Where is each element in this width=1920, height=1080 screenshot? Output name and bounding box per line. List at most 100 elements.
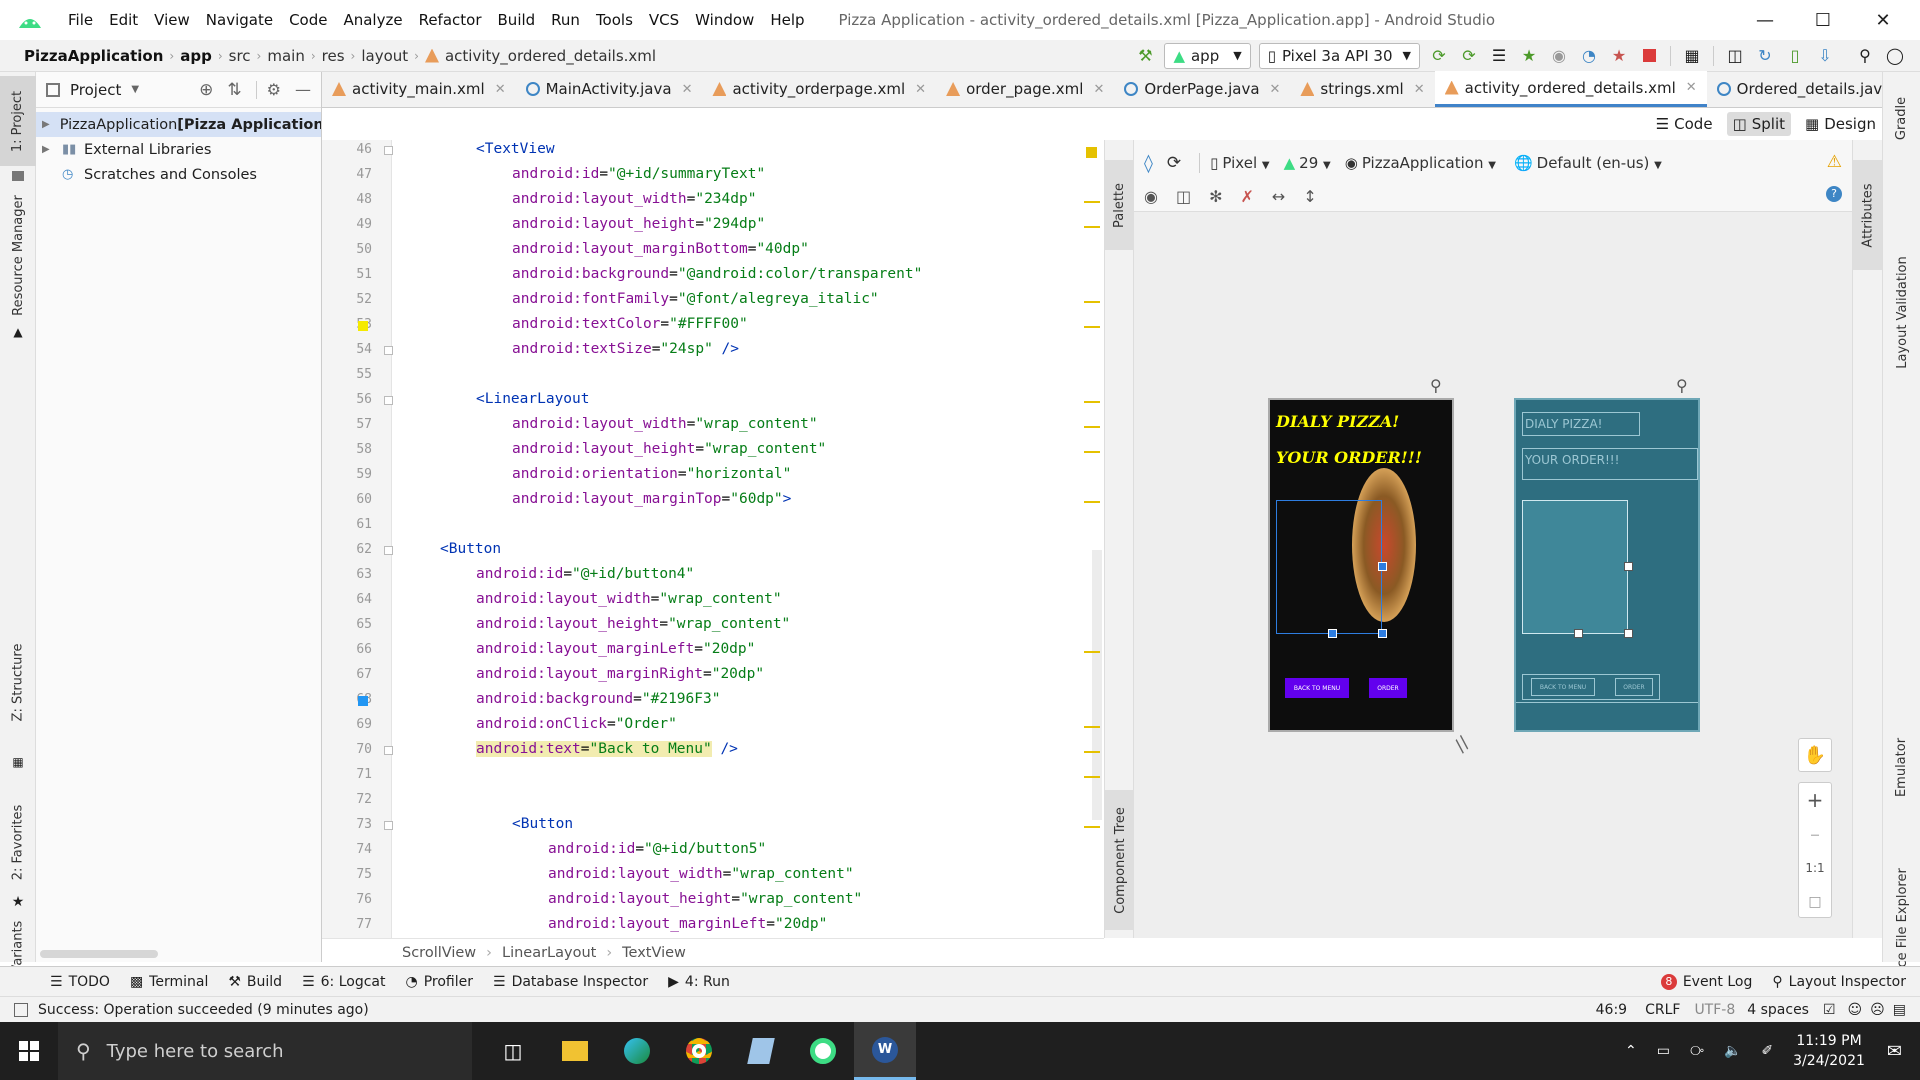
todo-tab[interactable]: ☰ TODO	[50, 974, 110, 990]
layout-validation-tab[interactable]: Layout Validation	[1883, 232, 1920, 392]
code-line[interactable]: android:onClick="Order"	[476, 716, 677, 732]
code-line[interactable]: android:id="@+id/summaryText"	[512, 166, 765, 182]
blueprint-textview[interactable]	[1522, 500, 1628, 634]
close-button[interactable]: ✕	[1856, 0, 1910, 40]
status-message[interactable]: Success: Operation succeeded (9 minutes …	[38, 1002, 369, 1018]
code-line[interactable]: android:layout_height="294dp"	[512, 216, 765, 232]
fold-marker-icon[interactable]	[384, 546, 393, 555]
resize-corner-icon[interactable]: ∕∕	[1450, 733, 1473, 756]
expand-vertical-icon[interactable]: ↕	[1303, 187, 1316, 206]
word-app[interactable]: W	[854, 1022, 916, 1080]
menu-vcs[interactable]: VCS	[641, 11, 687, 29]
resize-handle[interactable]	[1624, 562, 1633, 571]
clear-constraints-icon[interactable]: ✗	[1241, 187, 1254, 206]
code-line[interactable]: android:layout_height="wrap_content"	[476, 616, 790, 632]
crumb-file[interactable]: activity_ordered_details.xml	[445, 47, 662, 65]
preview-order-button[interactable]: ORDER	[1369, 678, 1407, 698]
menu-run[interactable]: Run	[543, 11, 588, 29]
gradle-tab[interactable]: Gradle	[1883, 78, 1920, 158]
code-line[interactable]: android:layout_width="234dp"	[512, 191, 756, 207]
resize-handle[interactable]	[1328, 629, 1337, 638]
code-view-button[interactable]: ☰ Code	[1650, 112, 1719, 136]
blueprint-icon[interactable]: ◫	[1176, 187, 1191, 206]
apply-changes-icon[interactable]: ⟳	[1428, 45, 1450, 67]
event-log-tab[interactable]: 8 Event Log	[1660, 973, 1752, 990]
crumb-res[interactable]: res	[316, 47, 351, 65]
profiler-tab[interactable]: ◔ Profiler	[405, 974, 473, 990]
sdk-manager-icon[interactable]: ⇩	[1814, 45, 1836, 67]
code-line[interactable]: android:textSize="24sp" />	[512, 341, 739, 357]
close-tab-icon[interactable]: ✕	[915, 82, 926, 97]
menu-refactor[interactable]: Refactor	[411, 11, 490, 29]
code-line[interactable]: android:id="@+id/button5"	[548, 841, 766, 857]
palette-tab[interactable]: Palette	[1105, 160, 1135, 250]
chrome-app[interactable]	[668, 1022, 730, 1080]
code-line[interactable]: android:background="@android:color/trans…	[512, 266, 922, 282]
preview-title[interactable]: DIALY PIZZA!	[1276, 412, 1399, 431]
crumb-project[interactable]: PizzaApplication	[18, 47, 169, 65]
debug-attach-icon[interactable]: ★	[1608, 45, 1630, 67]
preview-subtitle[interactable]: YOUR ORDER!!!	[1276, 448, 1422, 467]
blueprint-preview[interactable]: DIALY PIZZA! YOUR ORDER!!! BACK TO MENU …	[1514, 398, 1700, 732]
gear-icon[interactable]: ⚙	[267, 80, 281, 99]
close-tab-icon[interactable]: ✕	[495, 82, 506, 97]
line-separator[interactable]: CRLF	[1645, 1002, 1680, 1018]
editor-tab[interactable]: MainActivity.java ✕	[516, 71, 703, 107]
expand-arrow-icon[interactable]: ▶	[42, 119, 50, 130]
resize-handle[interactable]	[1378, 562, 1387, 571]
close-tab-icon[interactable]: ✕	[1414, 82, 1425, 97]
wifi-icon[interactable]: ⧂	[1690, 1043, 1704, 1059]
run-config-select[interactable]: ▲ app ▼	[1164, 42, 1251, 69]
resize-handle[interactable]	[1378, 629, 1387, 638]
crumb-src[interactable]: src	[223, 47, 257, 65]
clock[interactable]: 11:19 PM 3/24/2021	[1793, 1031, 1865, 1071]
account-icon[interactable]: ◯	[1884, 45, 1906, 67]
chevron-down-icon[interactable]: ▼	[131, 84, 139, 95]
component-tree-tab[interactable]: Component Tree	[1105, 790, 1135, 930]
blueprint-order-button[interactable]: ORDER	[1615, 678, 1653, 696]
menu-edit[interactable]: Edit	[101, 11, 146, 29]
code-line[interactable]: <TextView	[476, 141, 555, 157]
caret-position[interactable]: 46:9	[1596, 1002, 1627, 1018]
design-surface[interactable]: ◊ ⟳ ▯ Pixel ▼ ▲ 29 ▼ ◉ PizzaApplication ▼ 🌐…	[1134, 140, 1852, 938]
code-line[interactable]: android:text="Back to Menu" />	[476, 741, 738, 757]
layout-inspector-tab[interactable]: ⚲ Layout Inspector	[1772, 974, 1906, 990]
code-line[interactable]: android:id="@+id/button4"	[476, 566, 694, 582]
fold-marker-icon[interactable]	[384, 821, 393, 830]
code-line[interactable]: android:layout_height="wrap_content"	[512, 441, 826, 457]
expand-horizontal-icon[interactable]: ↔	[1272, 187, 1285, 206]
search-icon[interactable]: ⚲	[1854, 45, 1876, 67]
crumb-app[interactable]: app	[174, 47, 218, 65]
apply-code-changes-icon[interactable]: ⟳	[1458, 45, 1480, 67]
menu-build[interactable]: Build	[490, 11, 544, 29]
constraints-icon[interactable]: ✻	[1209, 187, 1222, 206]
sad-face-icon[interactable]: ☹	[1870, 1002, 1885, 1018]
battery-icon[interactable]: ▭	[1657, 1043, 1670, 1059]
terminal-tab[interactable]: ▩ Terminal	[130, 974, 208, 990]
code-line[interactable]: android:layout_width="wrap_content"	[512, 416, 818, 432]
notes-app[interactable]	[730, 1022, 792, 1080]
zoom-fit-button[interactable]: □	[1799, 885, 1831, 919]
code-line[interactable]: android:layout_marginLeft="20dp"	[548, 916, 827, 932]
attach-debugger-icon[interactable]: ◉	[1548, 45, 1570, 67]
zoom-in-button[interactable]: +	[1799, 783, 1831, 817]
debug-icon[interactable]: ★	[1518, 45, 1540, 67]
crumb-scrollview[interactable]: ScrollView	[402, 945, 476, 961]
menu-navigate[interactable]: Navigate	[198, 11, 281, 29]
editor-tab[interactable]: activity_ordered_details.xml ✕	[1434, 71, 1707, 107]
help-icon[interactable]: ?	[1826, 186, 1842, 202]
fold-marker-icon[interactable]	[384, 346, 393, 355]
build-tab[interactable]: ⚒ Build	[228, 974, 282, 990]
selected-textview[interactable]	[1276, 500, 1382, 634]
file-explorer-app[interactable]	[544, 1022, 606, 1080]
close-tab-icon[interactable]: ✕	[682, 82, 693, 97]
editor-scrollbar[interactable]	[1092, 550, 1102, 820]
color-swatch-icon[interactable]	[358, 696, 368, 706]
crumb-linearlayout[interactable]: LinearLayout	[502, 945, 596, 961]
menu-tools[interactable]: Tools	[588, 11, 641, 29]
eye-icon[interactable]: ◉	[1144, 187, 1158, 206]
device-select[interactable]: ▯ Pixel ▼	[1210, 154, 1269, 172]
pan-button[interactable]: ✋	[1798, 738, 1832, 772]
sync-gradle-icon[interactable]: ↻	[1754, 45, 1776, 67]
tree-item-pizza-application[interactable]: ▶ PizzaApplication [Pizza Application]	[36, 112, 321, 137]
